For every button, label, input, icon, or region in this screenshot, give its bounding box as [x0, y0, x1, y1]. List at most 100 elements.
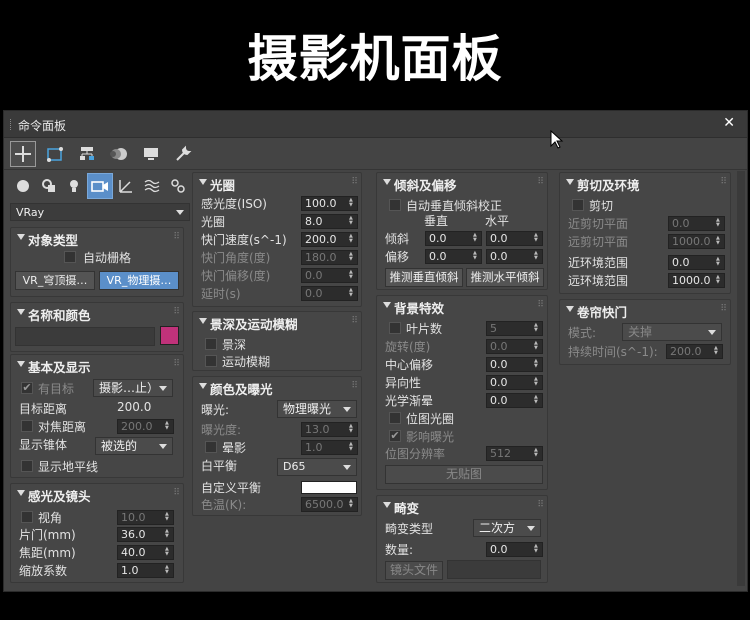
spinner-arrows-icon[interactable]: ▲ ▼: [349, 288, 355, 299]
optical-vignette-spinner[interactable]: 0.0 ▲ ▼: [486, 393, 543, 408]
targeted-mode-dropdown[interactable]: 摄影…止）: [93, 379, 173, 397]
autogrid-checkbox[interactable]: [64, 251, 76, 263]
panel-header[interactable]: 光圈 ⠿: [193, 173, 361, 193]
focus-distance-spinner[interactable]: 200.0 ▲ ▼: [117, 419, 174, 434]
utilities-wrench-icon[interactable]: [170, 141, 196, 167]
iso-spinner[interactable]: 100.0 ▲ ▼: [301, 196, 358, 211]
display-icon[interactable]: [138, 141, 164, 167]
spinner-arrows-icon[interactable]: ▲ ▼: [165, 565, 171, 576]
spinner-arrows-icon[interactable]: ▲ ▼: [349, 198, 355, 209]
rolling-duration-spinner[interactable]: 200.0 ▲ ▼: [666, 344, 723, 359]
shutter-angle-spinner[interactable]: 180.0 ▲ ▼: [301, 250, 358, 265]
spinner-arrows-icon[interactable]: ▲ ▼: [473, 233, 479, 244]
spinner-arrows-icon[interactable]: ▲ ▼: [534, 448, 540, 459]
rolling-mode-dropdown[interactable]: 关掉: [622, 323, 722, 341]
vr-dome-camera-button[interactable]: VR_穹顶摄…: [15, 271, 95, 290]
panel-header[interactable]: 背景特效 ⠿: [377, 296, 547, 316]
spinner-arrows-icon[interactable]: ▲ ▼: [349, 442, 355, 453]
fnumber-spinner[interactable]: 8.0 ▲ ▼: [301, 214, 358, 229]
anisotropy-spinner[interactable]: 0.0 ▲ ▼: [486, 375, 543, 390]
vignette-spinner[interactable]: 1.0 ▲ ▼: [301, 440, 358, 455]
affect-exposure-checkbox[interactable]: ✔: [389, 430, 401, 442]
hierarchy-icon[interactable]: [74, 141, 100, 167]
show-cone-dropdown[interactable]: 被选的: [95, 437, 173, 455]
spinner-arrows-icon[interactable]: ▲ ▼: [534, 233, 540, 244]
panel-header[interactable]: 名称和颜色 ⠿: [11, 303, 183, 323]
custom-balance-color-swatch[interactable]: [301, 481, 357, 494]
distortion-amount-spinner[interactable]: 0.0 ▲ ▼: [486, 542, 543, 557]
spinner-arrows-icon[interactable]: ▲ ▼: [534, 323, 540, 334]
fov-checkbox[interactable]: [21, 511, 33, 523]
rotation-spinner[interactable]: 0.0 ▲ ▼: [486, 339, 543, 354]
dof-checkbox[interactable]: [205, 338, 217, 350]
spinner-arrows-icon[interactable]: ▲ ▼: [473, 251, 479, 262]
distortion-type-dropdown[interactable]: 二次方: [473, 519, 541, 537]
cameras-icon[interactable]: [87, 173, 113, 199]
spinner-arrows-icon[interactable]: ▲ ▼: [165, 547, 171, 558]
near-env-spinner[interactable]: 0.0 ▲ ▼: [668, 255, 725, 270]
panel-header[interactable]: 畸变 ⠿: [377, 496, 547, 516]
tilt-vertical-spinner[interactable]: 0.0 ▲ ▼: [425, 231, 482, 246]
targeted-checkbox[interactable]: ✔: [21, 382, 33, 394]
film-gate-spinner[interactable]: 36.0 ▲ ▼: [117, 527, 174, 542]
temperature-spinner[interactable]: 6500.0 ▲ ▼: [301, 497, 358, 512]
guess-horizontal-tilt-button[interactable]: 推测水平倾斜: [466, 268, 544, 287]
lights-icon[interactable]: [61, 173, 87, 199]
helpers-icon[interactable]: [113, 173, 139, 199]
spinner-arrows-icon[interactable]: ▲ ▼: [349, 270, 355, 281]
bitmap-resolution-spinner[interactable]: 512 ▲ ▼: [486, 446, 543, 461]
title-bar[interactable]: 命令面板 ✕: [4, 111, 747, 138]
lens-file-button[interactable]: 镜头文件: [385, 561, 443, 580]
spinner-arrows-icon[interactable]: ▲ ▼: [716, 218, 722, 229]
fov-spinner[interactable]: 10.0 ▲ ▼: [117, 510, 174, 525]
panel-header[interactable]: 倾斜及偏移 ⠿: [377, 173, 547, 193]
shift-vertical-spinner[interactable]: 0.0 ▲ ▼: [425, 249, 482, 264]
drag-grip[interactable]: [10, 119, 12, 130]
motion-blur-checkbox[interactable]: [205, 355, 217, 367]
spinner-arrows-icon[interactable]: ▲ ▼: [534, 395, 540, 406]
category-dropdown[interactable]: VRay: [10, 203, 190, 221]
panel-header[interactable]: 卷帘快门 ⠿: [560, 300, 730, 320]
center-bias-spinner[interactable]: 0.0 ▲ ▼: [486, 357, 543, 372]
vr-physical-camera-button[interactable]: VR_物理摄…: [99, 271, 179, 290]
spinner-arrows-icon[interactable]: ▲ ▼: [534, 544, 540, 555]
far-env-spinner[interactable]: 1000.0 ▲ ▼: [668, 273, 725, 288]
panel-header[interactable]: 对象类型 ⠿: [11, 228, 183, 248]
motion-icon[interactable]: [106, 141, 132, 167]
show-horizon-checkbox[interactable]: [21, 460, 33, 472]
spinner-arrows-icon[interactable]: ▲ ▼: [534, 251, 540, 262]
spinner-arrows-icon[interactable]: ▲ ▼: [534, 377, 540, 388]
spinner-arrows-icon[interactable]: ▲ ▼: [349, 252, 355, 263]
tilt-horizontal-spinner[interactable]: 0.0 ▲ ▼: [486, 231, 543, 246]
spinner-arrows-icon[interactable]: ▲ ▼: [716, 236, 722, 247]
spinner-arrows-icon[interactable]: ▲ ▼: [349, 216, 355, 227]
spinner-arrows-icon[interactable]: ▲ ▼: [534, 359, 540, 370]
panel-header[interactable]: 剪切及环境 ⠿: [560, 173, 730, 193]
far-clip-spinner[interactable]: 1000.0 ▲ ▼: [668, 234, 725, 249]
create-tab-plus-icon[interactable]: [10, 141, 36, 167]
auto-vertical-tilt-checkbox[interactable]: [389, 199, 401, 211]
spinner-arrows-icon[interactable]: ▲ ▼: [165, 529, 171, 540]
panel-header[interactable]: 感光及镜头 ⠿: [11, 484, 183, 504]
spacewarps-icon[interactable]: [139, 173, 165, 199]
geometry-sphere-icon[interactable]: [10, 173, 36, 199]
panel-header[interactable]: 基本及显示 ⠿: [11, 355, 183, 375]
focal-length-spinner[interactable]: 40.0 ▲ ▼: [117, 545, 174, 560]
spinner-arrows-icon[interactable]: ▲ ▼: [714, 346, 720, 357]
vignette-checkbox[interactable]: [205, 441, 217, 453]
clipping-checkbox[interactable]: [572, 199, 584, 211]
spinner-arrows-icon[interactable]: ▲ ▼: [716, 275, 722, 286]
spinner-arrows-icon[interactable]: ▲ ▼: [165, 421, 171, 432]
shutter-offset-spinner[interactable]: 0.0 ▲ ▼: [301, 268, 358, 283]
guess-vertical-tilt-button[interactable]: 推测垂直倾斜: [385, 268, 463, 287]
shutter-speed-spinner[interactable]: 200.0 ▲ ▼: [301, 232, 358, 247]
white-balance-dropdown[interactable]: D65: [277, 458, 357, 476]
panel-header[interactable]: 颜色及曝光 ⠿: [193, 377, 361, 397]
shift-horizontal-spinner[interactable]: 0.0 ▲ ▼: [486, 249, 543, 264]
near-clip-spinner[interactable]: 0.0 ▲ ▼: [668, 216, 725, 231]
focus-distance-checkbox[interactable]: [21, 420, 33, 432]
object-color-swatch[interactable]: [160, 326, 179, 345]
blades-checkbox[interactable]: [389, 322, 401, 334]
latency-spinner[interactable]: 0.0 ▲ ▼: [301, 286, 358, 301]
spinner-arrows-icon[interactable]: ▲ ▼: [349, 499, 355, 510]
